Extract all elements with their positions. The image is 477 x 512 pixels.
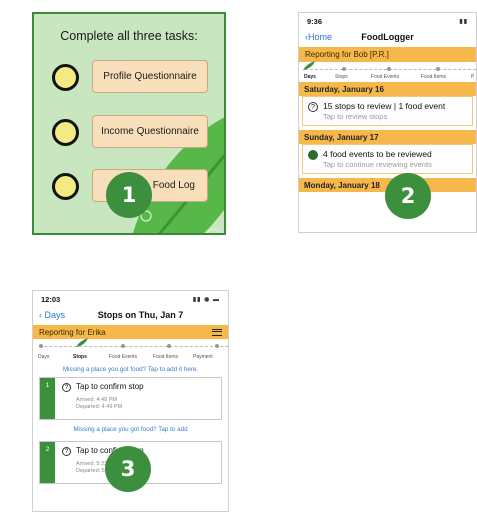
day-header: Sunday, January 17	[299, 130, 476, 144]
tasks-heading: Complete all three tasks:	[60, 29, 198, 43]
day-hint: Tap to continue reviewing events	[323, 160, 432, 169]
task-profile[interactable]: Profile Questionnaire	[48, 60, 220, 94]
nav-bar: ‹ Days Stops on Thu, Jan 7	[33, 308, 228, 325]
progress-steps: Days Stops Food Events Food Items P	[299, 61, 476, 82]
step-payment[interactable]: Payment	[193, 354, 213, 360]
step-stops[interactable]: Stops	[73, 354, 87, 360]
bird-icon	[76, 338, 88, 347]
question-icon: ?	[62, 383, 71, 392]
nav-title: Stops on Thu, Jan 7	[97, 310, 184, 320]
foodlogger-days-screen: 9:36 ▮▮ ‹Home FoodLogger Reporting for B…	[298, 12, 477, 233]
stop-title: Tap to confirm stop	[76, 382, 144, 391]
step-food-items[interactable]: Food Items	[421, 74, 446, 80]
reporting-bar: Reporting for Erika	[33, 325, 228, 339]
step-days[interactable]: Days	[38, 354, 49, 360]
status-bar: 9:36 ▮▮	[299, 13, 476, 30]
day-hint: Tap to review stops	[323, 112, 388, 121]
progress-steps: Days Stops Food Events Food Items Paymen…	[33, 338, 228, 363]
step-food-items[interactable]: Food Items	[153, 354, 178, 360]
reporting-bar: Reporting for Bob [P.R.]	[299, 47, 476, 62]
question-icon: ?	[62, 447, 71, 456]
warning-icon	[308, 150, 318, 160]
step-payment[interactable]: P	[471, 74, 474, 80]
task-income[interactable]: Income Questionnaire	[48, 115, 220, 149]
stops-screen: 12:03 ▮▮ ◉ ▬ ‹ Days Stops on Thu, Jan 7 …	[32, 290, 229, 512]
step-badge-2: 2	[385, 173, 431, 219]
day-card[interactable]: 4 food events to be reviewed Tap to cont…	[302, 144, 473, 174]
step-stops[interactable]: Stops	[335, 74, 348, 80]
task-status-circle	[52, 119, 79, 146]
question-icon: ?	[308, 102, 318, 112]
income-questionnaire-button[interactable]: Income Questionnaire	[92, 115, 208, 148]
departed-time: Departed: 4:49 PM	[76, 404, 123, 410]
stop-number: 1	[40, 378, 55, 419]
status-bar: 12:03 ▮▮ ◉ ▬	[33, 291, 228, 308]
reporting-label: Reporting for Bob [P.R.]	[305, 50, 389, 59]
day-summary: 4 food events to be reviewed	[323, 149, 432, 159]
step-food-events[interactable]: Food Events	[371, 74, 399, 80]
day-header: Saturday, January 16	[299, 82, 476, 96]
profile-questionnaire-button[interactable]: Profile Questionnaire	[92, 60, 208, 93]
add-missing-place-link[interactable]: Missing a place you got food? Tap to add…	[33, 363, 228, 376]
task-status-circle	[52, 64, 79, 91]
nav-bar: ‹Home FoodLogger	[299, 30, 476, 47]
task-panel: Complete all three tasks: Profile Questi…	[32, 12, 226, 235]
clock: 12:03	[41, 295, 61, 304]
step-badge-3: 3	[105, 446, 151, 492]
signal-icon: ▮▮	[459, 19, 468, 25]
task-status-circle	[52, 173, 79, 200]
nav-title: FoodLogger	[361, 32, 414, 42]
reporting-label: Reporting for Erika	[39, 327, 106, 337]
day-summary: 15 stops to review | 1 food event	[323, 101, 446, 111]
step-days[interactable]: Days	[304, 74, 316, 80]
stop-card[interactable]: 1 ? Tap to confirm stop Arrived: 4:48 PM…	[39, 377, 222, 420]
stop-number: 2	[40, 442, 55, 483]
clock: 9:36	[307, 17, 323, 26]
step-food-events[interactable]: Food Events	[109, 354, 137, 360]
add-missing-place-link[interactable]: Missing a place you got food? Tap to add	[33, 422, 228, 440]
step-badge-1: 1	[106, 172, 152, 218]
arrived-time: Arrived: 4:48 PM	[76, 397, 117, 403]
day-card[interactable]: ? 15 stops to review | 1 food event Tap …	[302, 96, 473, 126]
bird-icon	[303, 61, 315, 70]
signal-icon: ▮▮ ◉ ▬	[192, 297, 220, 303]
menu-icon[interactable]	[212, 328, 222, 336]
